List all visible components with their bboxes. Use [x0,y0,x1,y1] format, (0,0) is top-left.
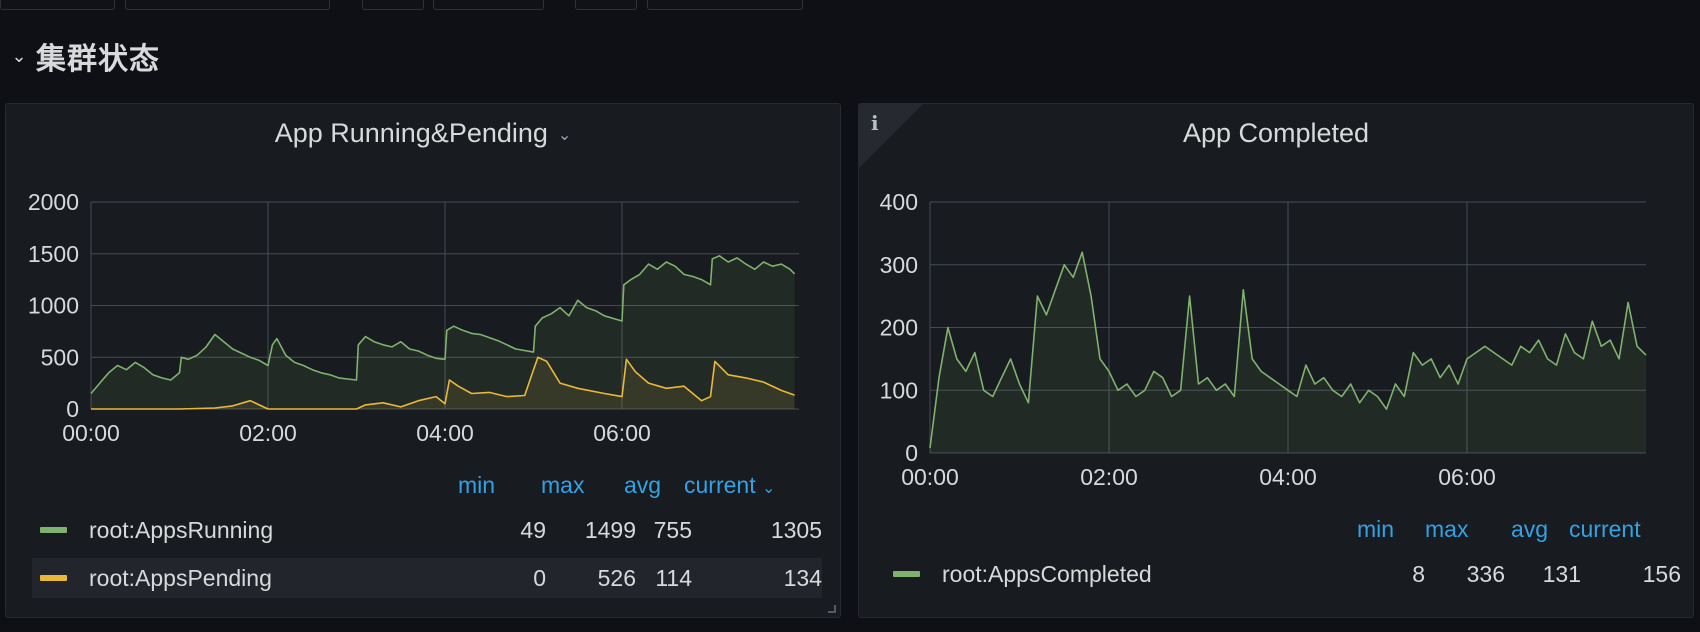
row-title: 集群状态 [36,42,160,77]
legend-header-current[interactable]: current [1569,516,1641,543]
y-tick-label: 0 [905,440,918,466]
top-control-6[interactable] [647,0,803,10]
legend-swatch-completed [893,571,920,577]
top-control-2[interactable] [125,0,330,10]
y-tick-label: 200 [880,315,918,341]
x-tick-label: 06:00 [593,420,651,446]
chevron-down-icon[interactable]: ⌄ [10,47,28,65]
x-tick-label: 00:00 [62,420,120,446]
legend-min: 8 [1412,560,1425,587]
legend-header-current-label: current [684,472,756,498]
x-tick-label: 04:00 [416,420,474,446]
legend-min: 49 [520,516,546,543]
y-tick-label: 2000 [28,189,79,215]
legend-header-min[interactable]: min [458,472,495,499]
legend-header-max[interactable]: max [541,472,584,499]
legend-header-current[interactable]: current ⌄ [684,472,775,499]
legend-swatch-pending [40,575,67,581]
top-control-3[interactable] [362,0,424,10]
legend-row[interactable]: root:AppsRunning 49 1499 755 1305 [32,510,822,550]
y-tick-label: 0 [66,396,79,422]
legend-series-name: root:AppsRunning [89,516,274,543]
legend-header-min[interactable]: min [1357,516,1394,543]
legend-swatch-running [40,527,67,533]
legend-header-avg[interactable]: avg [624,472,661,499]
y-tick-label: 400 [880,189,918,215]
top-control-1[interactable] [0,0,115,10]
x-tick-label: 04:00 [1259,464,1317,490]
y-tick-label: 100 [880,377,918,403]
legend-avg: 131 [1542,560,1581,587]
legend-current: 134 [783,564,822,591]
y-tick-label: 1500 [28,241,79,267]
panel-app-running-pending: App Running&Pending ⌄ 0 500 1000 1500 2000 00:… [5,103,841,618]
legend-max: 1499 [584,516,636,543]
top-control-4[interactable] [433,0,544,10]
panel-app-completed: i App Completed 0 100 200 300 400 00:00 02:00 0… [858,103,1694,618]
panel-resize-handle[interactable] [828,605,836,613]
y-tick-label: 1000 [28,293,79,319]
series-area-root-appsrunning [91,255,795,409]
chevron-down-icon: ⌄ [761,480,776,497]
y-tick-label: 300 [880,252,918,278]
x-tick-label: 06:00 [1438,464,1496,490]
x-tick-label: 02:00 [1080,464,1138,490]
legend-header-avg[interactable]: avg [1511,516,1548,543]
top-control-5[interactable] [575,0,637,10]
legend-current: 156 [1642,560,1681,587]
legend-min: 0 [533,564,546,591]
x-tick-label: 02:00 [239,420,297,446]
row-header[interactable]: ⌄ 集群状态 [10,34,160,78]
x-tick-label: 00:00 [901,464,959,490]
legend-avg: 114 [655,564,692,591]
legend-avg: 755 [653,516,692,543]
legend-max: 526 [597,564,636,591]
legend-series-name: root:AppsPending [89,564,272,591]
legend-row[interactable]: root:AppsCompleted 8 336 131 156 [885,554,1681,594]
y-tick-label: 500 [41,344,79,370]
legend-max: 336 [1466,560,1505,587]
legend-current: 1305 [770,516,822,543]
legend-header-max[interactable]: max [1425,516,1468,543]
legend-row[interactable]: root:AppsPending 0 526 114 134 [32,558,822,598]
